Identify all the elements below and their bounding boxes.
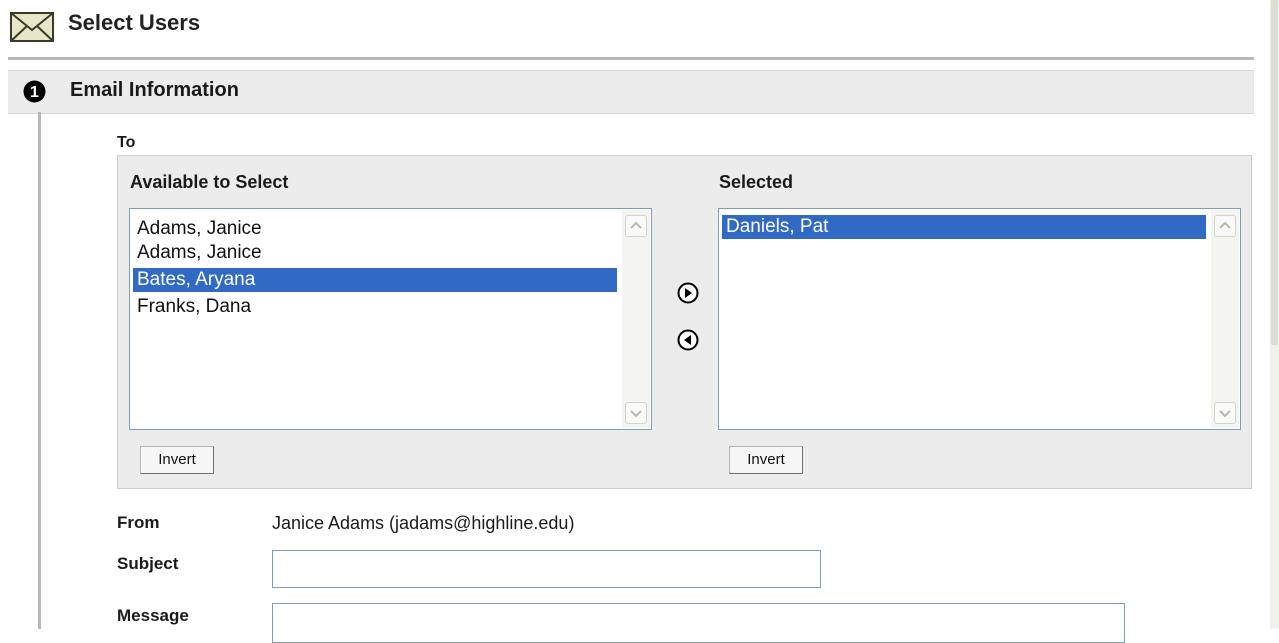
chevron-up-icon: [630, 221, 642, 229]
message-label: Message: [117, 606, 189, 625]
list-item[interactable]: Adams, Janice: [133, 217, 617, 241]
chevron-down-icon: [630, 410, 642, 418]
from-label: From: [117, 513, 160, 532]
invert-available-button[interactable]: Invert: [140, 446, 214, 474]
scroll-down-button[interactable]: [1214, 402, 1236, 424]
list-item[interactable]: Bates, Aryana: [133, 268, 617, 292]
to-label: To: [117, 134, 136, 151]
scroll-up-button[interactable]: [1214, 215, 1236, 237]
title-divider: [8, 57, 1254, 60]
from-value: Janice Adams (jadams@highline.edu): [272, 513, 575, 533]
arrow-left-circle-icon[interactable]: [677, 329, 699, 351]
list-item[interactable]: Daniels, Pat: [722, 215, 1206, 239]
available-label: Available to Select: [130, 172, 289, 192]
invert-selected-button[interactable]: Invert: [729, 446, 803, 474]
list-item[interactable]: Adams, Janice: [133, 241, 617, 265]
subject-label: Subject: [117, 554, 179, 573]
available-users-listbox[interactable]: Adams, Janice Adams, Janice Bates, Aryan…: [129, 208, 652, 430]
list-item[interactable]: Franks, Dana: [133, 295, 617, 319]
section-title: Email Information: [70, 79, 239, 101]
envelope-icon: [10, 12, 54, 42]
chevron-up-icon: [1219, 221, 1231, 229]
scroll-down-button[interactable]: [625, 402, 647, 424]
selected-users-listbox[interactable]: Daniels, Pat: [718, 208, 1241, 430]
page-title: Select Users: [68, 10, 201, 35]
arrow-right-circle-icon[interactable]: [677, 282, 699, 304]
message-textarea[interactable]: [272, 603, 1125, 643]
page-scrollbar-thumb[interactable]: [1271, 0, 1278, 345]
step-connector-line: [38, 112, 41, 629]
step-number-badge: 1: [23, 80, 46, 103]
scroll-up-button[interactable]: [625, 215, 647, 237]
step-number: 1: [30, 84, 39, 101]
chevron-down-icon: [1219, 410, 1231, 418]
listbox-scrollbar[interactable]: [622, 210, 650, 428]
subject-input[interactable]: [272, 550, 821, 588]
selected-label: Selected: [719, 172, 794, 192]
listbox-scrollbar[interactable]: [1211, 210, 1239, 428]
